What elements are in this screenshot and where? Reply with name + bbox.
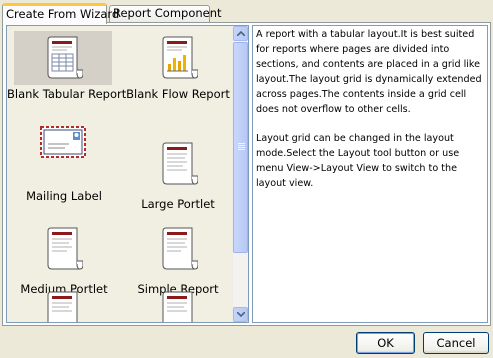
template-medium-portlet[interactable]: Medium Portlet xyxy=(7,194,121,296)
thumb-grip xyxy=(238,147,245,148)
template-blank-flow-report[interactable]: Blank Flow Report xyxy=(121,26,235,110)
mailing-label-icon xyxy=(40,126,86,158)
template-label: Blank Tabular Report xyxy=(7,87,127,101)
description-paragraph: Layout grid can be changed in the layout… xyxy=(256,133,460,190)
report-template-gallery: Blank Tabular Report Blank Flow Report M… xyxy=(6,25,249,323)
thumb-grip xyxy=(238,143,245,144)
template-label: Blank Flow Report xyxy=(126,87,230,101)
description-paragraph: A report with a tabular layout.It is bes… xyxy=(256,29,482,115)
report-icon xyxy=(162,291,193,322)
tab-report-component[interactable]: Report Component xyxy=(109,5,222,22)
template-simple-report[interactable]: Simple Report xyxy=(121,194,235,296)
scroll-thumb[interactable] xyxy=(233,42,248,253)
thumb-grip xyxy=(238,145,245,146)
scroll-up-button[interactable] xyxy=(233,26,248,41)
tab-panel: Blank Tabular Report Blank Flow Report M… xyxy=(2,22,491,326)
large-portlet-icon xyxy=(162,142,198,185)
tab-create-from-wizard[interactable]: Create From Wizard xyxy=(2,3,119,24)
template-list: Blank Tabular Report Blank Flow Report M… xyxy=(7,26,235,322)
scroll-down-button[interactable] xyxy=(233,307,248,322)
report-icon xyxy=(47,291,78,322)
flow-report-icon xyxy=(162,36,198,79)
template-partial-right[interactable] xyxy=(121,278,235,322)
template-mailing-label[interactable]: Mailing Label xyxy=(7,110,121,203)
medium-portlet-icon xyxy=(47,227,83,270)
ok-button[interactable]: OK xyxy=(356,332,415,354)
template-large-portlet[interactable]: Large Portlet xyxy=(121,110,235,211)
gallery-scrollbar[interactable] xyxy=(232,26,248,322)
chevron-down-icon xyxy=(237,312,245,317)
template-partial-left[interactable] xyxy=(7,278,121,322)
simple-report-icon xyxy=(162,227,198,270)
cancel-button[interactable]: Cancel xyxy=(423,332,489,354)
tabular-report-icon xyxy=(47,36,83,79)
thumb-grip xyxy=(238,149,245,150)
template-blank-tabular-report[interactable]: Blank Tabular Report xyxy=(7,26,127,110)
chevron-up-icon xyxy=(237,31,245,36)
template-description: A report with a tabular layout.It is bes… xyxy=(252,25,488,323)
